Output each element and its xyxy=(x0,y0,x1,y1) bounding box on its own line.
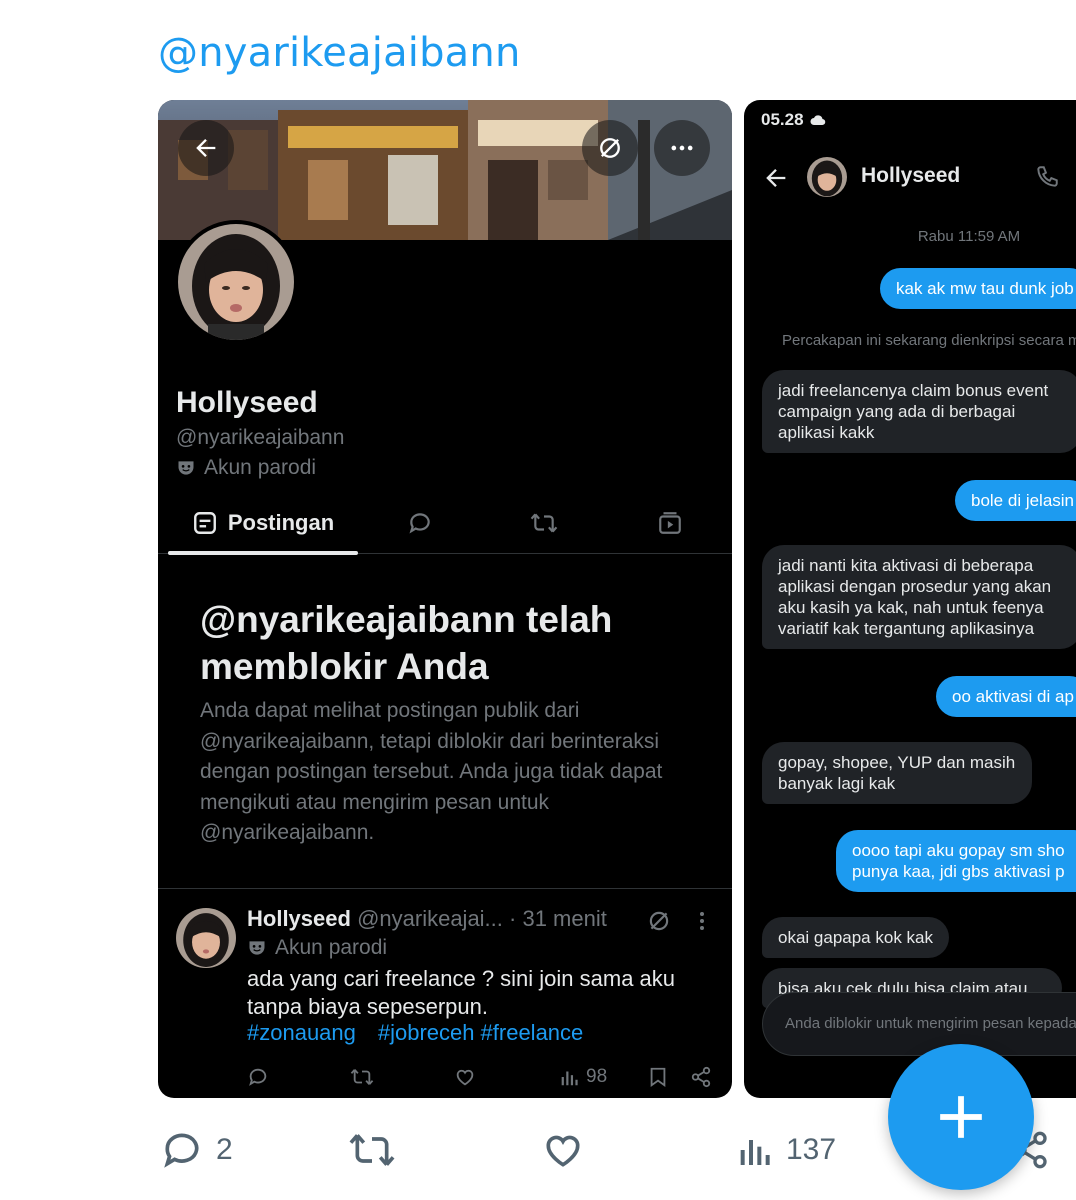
bookmark-icon xyxy=(650,1067,666,1088)
divider xyxy=(158,888,732,889)
dm-screenshot-card[interactable]: 05.28 Hollyseed Rabu 11:59 AM kak ak mw … xyxy=(744,100,1076,1098)
post-parody-badge: Akun parodi xyxy=(247,936,387,960)
screenshot-root: @nyarikeajaibann Hollyseed @nyarikeajaib… xyxy=(0,0,1076,1200)
repost-action[interactable] xyxy=(348,1128,396,1172)
views-action[interactable]: 137 xyxy=(734,1128,836,1172)
profile-name: Hollyseed xyxy=(176,386,318,419)
reply-icon xyxy=(164,1133,199,1168)
dm-date: Rabu 11:59 AM xyxy=(917,228,1021,245)
grok-button[interactable] xyxy=(582,120,638,176)
dm-blocked-input: Anda diblokir untuk mengirim pesan kepad… xyxy=(762,992,1076,1056)
grok-icon[interactable] xyxy=(646,908,672,934)
mention-link[interactable]: @nyarikeajaibann xyxy=(158,30,521,76)
post-time: · 31 menit xyxy=(509,906,607,931)
tab-reposts[interactable] xyxy=(514,492,574,554)
plus-icon xyxy=(940,1096,982,1138)
post-author-name[interactable]: Hollyseed xyxy=(247,906,351,931)
hashtag-link[interactable]: #jobreceh xyxy=(378,1020,475,1045)
views-count: 98 xyxy=(586,1066,608,1087)
status-time: 05.28 xyxy=(761,110,804,129)
grok-icon xyxy=(600,138,620,158)
dm-message-out[interactable]: oo aktivasi di ap xyxy=(936,676,1076,717)
more-dots-icon xyxy=(671,145,693,151)
tab-replies[interactable] xyxy=(390,492,450,554)
dm-avatar[interactable] xyxy=(807,157,847,197)
views-count: 137 xyxy=(786,1133,837,1166)
repost-action[interactable] xyxy=(350,1066,374,1088)
more-button[interactable] xyxy=(654,120,710,176)
parody-label: Akun parodi xyxy=(204,456,317,479)
reply-count: 2 xyxy=(216,1133,233,1166)
media-icon xyxy=(659,512,681,534)
like-action[interactable] xyxy=(540,1128,586,1172)
posts-icon xyxy=(193,512,216,534)
encryption-note: Percakapan ini sekarang dienkripsi secar… xyxy=(782,332,1076,349)
tab-postingan-label: Postingan xyxy=(227,510,335,535)
views-action[interactable]: 98 xyxy=(558,1066,607,1088)
profile-screenshot-card[interactable]: Hollyseed @nyarikeajaibann Akun parodi P… xyxy=(158,100,732,1098)
parody-mask-icon xyxy=(178,461,194,475)
heart-icon xyxy=(546,1135,580,1167)
dm-message-out[interactable]: bole di jelasin xyxy=(955,480,1076,521)
post-text: ada yang cari freelance ? sini join sama… xyxy=(247,966,676,1019)
profile-banner xyxy=(158,100,732,240)
blocked-description: Anda dapat melihat postingan publik dari… xyxy=(200,699,663,844)
bookmark-action[interactable] xyxy=(648,1066,668,1088)
post-action-bar: 98 xyxy=(158,1062,732,1096)
repost-icon xyxy=(350,1069,374,1085)
status-bar: 05.28 xyxy=(761,110,826,130)
post-author-handle: @nyarikeajai... xyxy=(357,906,503,931)
post-avatar[interactable] xyxy=(176,908,236,968)
views-chart-icon xyxy=(740,1140,770,1165)
dm-message-out[interactable]: oooo tapi aku gopay sm sho punya kaa, jd… xyxy=(836,830,1076,892)
dm-message-in[interactable]: gopay, shopee, YUP dan masih banyak lagi… xyxy=(762,742,1032,804)
views-chart-icon xyxy=(561,1071,578,1086)
dm-message-out[interactable]: kak ak mw tau dunk job xyxy=(880,268,1076,309)
hashtag-link[interactable]: #zonauang xyxy=(247,1020,356,1045)
profile-handle: @nyarikeajaibann xyxy=(176,426,345,449)
share-icon xyxy=(691,1066,711,1088)
compose-fab[interactable] xyxy=(888,1044,1034,1190)
reply-action[interactable] xyxy=(247,1066,269,1088)
repost-icon xyxy=(349,1134,395,1166)
dm-contact-name[interactable]: Hollyseed xyxy=(861,164,960,188)
phone-icon[interactable] xyxy=(1034,164,1060,190)
reply-icon xyxy=(249,1068,267,1086)
dm-message-in[interactable]: jadi nanti kita aktivasi di beberapa apl… xyxy=(762,545,1076,649)
hashtag-link[interactable]: #freelance xyxy=(481,1020,584,1045)
avatar[interactable] xyxy=(174,220,298,344)
share-action[interactable] xyxy=(690,1066,712,1088)
like-action[interactable] xyxy=(454,1066,476,1088)
post-header: Hollyseed @nyarikeajai... · 31 menit xyxy=(247,906,607,932)
dm-header: Hollyseed xyxy=(744,154,1076,200)
reply-icon xyxy=(409,513,430,534)
post-hashtags: #zonauang #jobreceh #freelance xyxy=(247,1020,605,1046)
blocked-title: @nyarikeajaibann telah memblokir Anda xyxy=(200,599,613,687)
profile-tabs: Postingan xyxy=(158,492,732,555)
more-vertical-icon[interactable] xyxy=(692,908,712,934)
dm-message-in[interactable]: jadi freelancenya claim bonus event camp… xyxy=(762,370,1076,453)
back-button[interactable] xyxy=(178,120,234,176)
arrow-left-icon xyxy=(196,139,216,157)
post-parody-label: Akun parodi xyxy=(275,936,388,959)
active-tab-indicator xyxy=(168,551,358,555)
dm-message-in[interactable]: okai gapapa kok kak xyxy=(762,917,949,958)
tab-postingan[interactable]: Postingan xyxy=(168,492,358,555)
heart-icon xyxy=(456,1069,474,1086)
reply-action[interactable]: 2 xyxy=(160,1128,233,1172)
parody-badge: Akun parodi xyxy=(176,456,316,480)
arrow-left-icon[interactable] xyxy=(762,164,790,192)
tab-media[interactable] xyxy=(640,492,700,554)
parody-mask-icon xyxy=(249,941,265,955)
repost-icon xyxy=(530,513,558,533)
cloud-icon xyxy=(810,115,825,126)
